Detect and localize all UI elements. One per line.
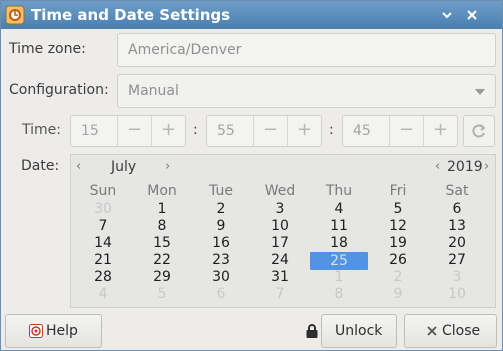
calendar-day[interactable]: 10 <box>255 218 305 234</box>
seconds-decrement-button[interactable]: − <box>389 116 423 146</box>
calendar-day-other-month[interactable]: 7 <box>255 286 305 302</box>
calendar-year: 2019 <box>447 159 483 175</box>
calendar-day[interactable]: 28 <box>78 269 128 285</box>
calendar-day[interactable]: 13 <box>432 218 482 234</box>
configuration-dropdown[interactable]: Manual <box>117 74 496 108</box>
calendar-day[interactable]: 24 <box>255 252 305 268</box>
time-separator: : <box>193 122 198 138</box>
date-label: Date: <box>21 158 60 174</box>
calendar-day[interactable]: 18 <box>314 235 364 251</box>
calendar-day-other-month[interactable]: 2 <box>373 269 423 285</box>
minutes-spinner[interactable]: 55 − + <box>206 115 322 147</box>
calendar-day-other-month[interactable]: 6 <box>196 286 246 302</box>
unlock-button[interactable]: Unlock <box>321 314 397 348</box>
calendar-day-other-month[interactable]: 1 <box>314 269 364 285</box>
calendar-day[interactable]: 8 <box>137 218 187 234</box>
help-icon <box>29 324 43 342</box>
calendar-day-other-month[interactable]: 3 <box>432 269 482 285</box>
calendar-day-other-month[interactable]: 10 <box>432 286 482 302</box>
calendar-day-other-month[interactable]: 5 <box>137 286 187 302</box>
refresh-icon <box>471 123 487 143</box>
calendar-day[interactable]: 14 <box>78 235 128 251</box>
calendar-day[interactable]: 5 <box>373 201 423 217</box>
calendar-day[interactable]: 12 <box>373 218 423 234</box>
calendar[interactable]: ‹ July › ‹ 2019 › Sun Mon Tue Wed Thu Fri Sat … <box>70 154 496 308</box>
calendar-day[interactable]: 20 <box>432 235 482 251</box>
minutes-value: 55 <box>217 123 235 139</box>
seconds-increment-button[interactable]: + <box>423 116 457 146</box>
prev-year-button[interactable]: ‹ <box>435 159 440 174</box>
calendar-day[interactable]: 19 <box>373 235 423 251</box>
minutes-increment-button[interactable]: + <box>287 116 321 146</box>
calendar-day[interactable]: 6 <box>432 201 482 217</box>
settings-app-icon <box>5 5 25 25</box>
close-icon <box>426 325 438 341</box>
prev-month-button[interactable]: ‹ <box>76 159 81 174</box>
time-separator: : <box>329 122 334 138</box>
help-button[interactable]: Help <box>5 314 102 348</box>
time-label: Time: <box>22 122 61 138</box>
calendar-day-selected[interactable]: 25 <box>310 252 368 270</box>
weekday-header-cell: Sat <box>445 183 469 199</box>
hours-increment-button[interactable]: + <box>151 116 185 146</box>
weekday-header-cell: Tue <box>209 183 233 199</box>
weekday-header-cell: Sun <box>89 183 117 199</box>
configuration-value: Manual <box>128 83 179 99</box>
window-close-icon[interactable] <box>464 7 480 23</box>
timezone-label: Time zone: <box>9 41 86 57</box>
hours-decrement-button[interactable]: − <box>117 116 151 146</box>
sync-time-button[interactable] <box>463 115 495 147</box>
time-date-settings-window: Time and Date Settings Time zone: Americ… <box>0 0 503 351</box>
weekday-header-cell: Wed <box>264 183 296 199</box>
timezone-field[interactable]: America/Denver <box>117 33 496 67</box>
next-month-button[interactable]: › <box>165 159 170 174</box>
calendar-day[interactable]: 27 <box>432 252 482 268</box>
seconds-spinner[interactable]: 45 − + <box>342 115 458 147</box>
calendar-day[interactable]: 23 <box>196 252 246 268</box>
calendar-day[interactable]: 1 <box>137 201 187 217</box>
calendar-day[interactable]: 26 <box>373 252 423 268</box>
calendar-day[interactable]: 4 <box>314 201 364 217</box>
calendar-day[interactable]: 31 <box>255 269 305 285</box>
title-bar[interactable]: Time and Date Settings <box>1 1 502 29</box>
calendar-day[interactable]: 3 <box>255 201 305 217</box>
calendar-day-other-month[interactable]: 8 <box>314 286 364 302</box>
lock-icon <box>305 324 319 338</box>
calendar-day[interactable]: 17 <box>255 235 305 251</box>
calendar-day[interactable]: 21 <box>78 252 128 268</box>
calendar-day[interactable]: 9 <box>196 218 246 234</box>
weekday-header-cell: Mon <box>147 183 177 199</box>
calendar-day[interactable]: 29 <box>137 269 187 285</box>
calendar-day[interactable]: 11 <box>314 218 364 234</box>
calendar-day[interactable]: 22 <box>137 252 187 268</box>
next-year-button[interactable]: › <box>484 159 489 174</box>
calendar-day[interactable]: 15 <box>137 235 187 251</box>
minutes-decrement-button[interactable]: − <box>253 116 287 146</box>
configuration-label: Configuration: <box>9 82 109 98</box>
hours-spinner[interactable]: 15 − + <box>70 115 186 147</box>
weekday-header-cell: Thu <box>325 183 353 199</box>
unlock-button-label: Unlock <box>335 323 383 339</box>
hours-value: 15 <box>81 123 99 139</box>
chevron-down-icon <box>475 89 485 95</box>
calendar-day-other-month[interactable]: 30 <box>78 201 128 217</box>
calendar-day[interactable]: 16 <box>196 235 246 251</box>
seconds-value: 45 <box>353 123 371 139</box>
window-title: Time and Date Settings <box>31 6 231 24</box>
timezone-value: America/Denver <box>128 42 242 58</box>
calendar-day-other-month[interactable]: 4 <box>78 286 128 302</box>
calendar-day[interactable]: 7 <box>78 218 128 234</box>
calendar-day[interactable]: 30 <box>196 269 246 285</box>
close-button-label: Close <box>442 323 481 339</box>
calendar-day-other-month[interactable]: 9 <box>373 286 423 302</box>
calendar-day[interactable]: 2 <box>196 201 246 217</box>
weekday-header-cell: Fri <box>389 183 407 199</box>
window-menu-icon[interactable] <box>439 7 455 23</box>
help-button-label: Help <box>46 323 78 339</box>
close-button[interactable]: Close <box>404 314 497 348</box>
calendar-month: July <box>111 159 137 175</box>
